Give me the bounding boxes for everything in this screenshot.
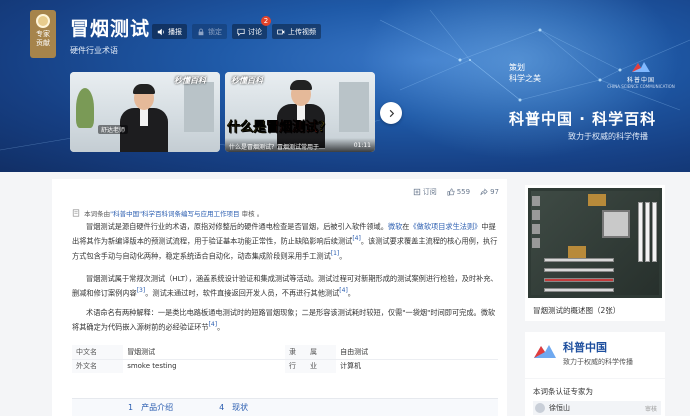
expert-contribution-badge: 专家 贡献 xyxy=(30,10,56,58)
brand-title: 科普中国 · 科学百科 xyxy=(509,110,657,128)
review-icon xyxy=(72,209,80,217)
upload-video-button[interactable]: 上传视频 xyxy=(272,24,321,39)
image-album[interactable]: 冒烟测试的概述图（2张） xyxy=(525,185,665,321)
entry-subtitle: 硬件行业术语 xyxy=(70,46,118,55)
album-caption: 冒烟测试的概述图（2张） xyxy=(533,306,621,315)
entry-stats: 订阅 559 97 xyxy=(413,187,499,197)
expert-name: 徐恒山 xyxy=(549,404,570,412)
video-camera-icon xyxy=(277,29,285,34)
certified-expert-card: 本词条认证专家为 徐恒山 审核 xyxy=(525,379,665,416)
toc-item[interactable]: 1 产品介绍 xyxy=(128,402,173,413)
review-project-link[interactable]: "科普中国"科学百科词条编写与应用工作项目 xyxy=(110,210,239,218)
subscribe-button[interactable]: 订阅 xyxy=(413,187,437,197)
medal-icon xyxy=(36,14,50,28)
chat-icon xyxy=(237,28,245,36)
video-card-1[interactable]: 秒懂百科 舒达老师 xyxy=(70,72,220,152)
chevron-right-icon xyxy=(389,109,394,117)
china-science-logo: 科普中国 CHINA SCIENCE COMMUNICATION xyxy=(600,60,682,89)
basic-info-table: 中文名 冒烟测试 隶 属 自由测试 外文名 smoke testing 行 业 … xyxy=(72,345,498,373)
summary-paragraph-2: 冒烟测试属于常规次测试（HLT），涵盖系统设计验证和集成测试等活动。测试过程可对… xyxy=(72,274,498,298)
science-logo-icon xyxy=(534,345,556,358)
share-icon xyxy=(480,188,488,196)
summary-paragraph-3: 术语命名有两种解释：一是类比电路板通电测试时的短路冒烟现象；二是形容该测试耗时较… xyxy=(72,308,496,332)
table-of-contents: 1 产品介绍 4 现状 xyxy=(72,398,498,416)
expert-status: 审核 xyxy=(644,405,657,413)
lock-button[interactable]: 锁定 xyxy=(192,24,227,39)
book-link[interactable]: 《做软项目求生法则》 xyxy=(409,222,481,231)
science-china-card[interactable]: 科普中国 致力于权威的科学传播 xyxy=(525,332,665,378)
share-button[interactable]: 97 xyxy=(480,187,499,197)
thumbs-up-icon xyxy=(447,188,455,196)
presenter-image xyxy=(116,84,172,152)
reference-link[interactable]: [4] xyxy=(352,235,361,242)
toc-item[interactable]: 4 现状 xyxy=(219,402,248,413)
carousel-next-button[interactable] xyxy=(380,102,402,124)
entry-toolbar: 播报 锁定 讨论 2 上传视频 xyxy=(152,16,321,39)
table-row: 中文名 冒烟测试 隶 属 自由测试 xyxy=(72,345,498,360)
brand-tagline: 致力于权威的科学传播 xyxy=(568,132,648,141)
table-row: 外文名 smoke testing 行 业 计算机 xyxy=(72,359,498,373)
reference-link[interactable]: [4] xyxy=(209,321,218,328)
planner-credit: 策划 科学之美 xyxy=(509,63,541,83)
science-logo-icon xyxy=(632,62,650,72)
reference-link[interactable]: [4] xyxy=(339,287,348,294)
play-audio-button[interactable]: 播报 xyxy=(152,24,187,39)
like-button[interactable]: 559 xyxy=(447,187,470,197)
avatar xyxy=(535,403,545,413)
discuss-count-badge: 2 xyxy=(261,16,271,26)
entry-banner: 专家 贡献 冒烟测试 硬件行业术语 播报 锁定 讨论 2 上传视频 策划 科学之… xyxy=(0,0,690,172)
subscribe-icon xyxy=(413,188,420,196)
discuss-button[interactable]: 讨论 2 xyxy=(232,16,271,39)
video-duration: 01:11 xyxy=(353,142,371,149)
expert-row[interactable]: 徐恒山 审核 xyxy=(533,401,661,415)
video-logo: 秒懂百科 xyxy=(174,76,206,85)
video-card-2[interactable]: 秒懂百科 什么是冒烟测试？ 什么是冒烟测试？冒烟测试常用于… 01:11 xyxy=(225,72,375,152)
entry-content: 订阅 559 97 本词条由"科普中国"科学百科词条编写与应用工作项目 审核 。… xyxy=(52,179,507,416)
video-caption: 什么是冒烟测试？冒烟测试常用于… 01:11 xyxy=(225,138,375,152)
speaker-icon xyxy=(157,28,164,35)
reference-link[interactable]: [1] xyxy=(331,250,340,257)
microsoft-link[interactable]: 微软 xyxy=(388,222,402,231)
motherboard-image xyxy=(528,188,662,298)
video-logo: 秒懂百科 xyxy=(231,76,263,85)
presenter-name-tag: 舒达老师 xyxy=(98,125,129,134)
summary-paragraph-1: 冒烟测试是源自硬件行业的术语，原指对修整后的硬件通电检查是否冒烟，后被引入软件领… xyxy=(72,222,498,261)
reference-link[interactable]: [3] xyxy=(137,287,146,294)
video-headline: 什么是冒烟测试？ xyxy=(227,120,332,135)
entry-title: 冒烟测试 xyxy=(70,18,151,40)
review-source-note: 本词条由"科普中国"科学百科词条编写与应用工作项目 审核 。 xyxy=(72,208,263,218)
lock-icon xyxy=(198,28,204,35)
